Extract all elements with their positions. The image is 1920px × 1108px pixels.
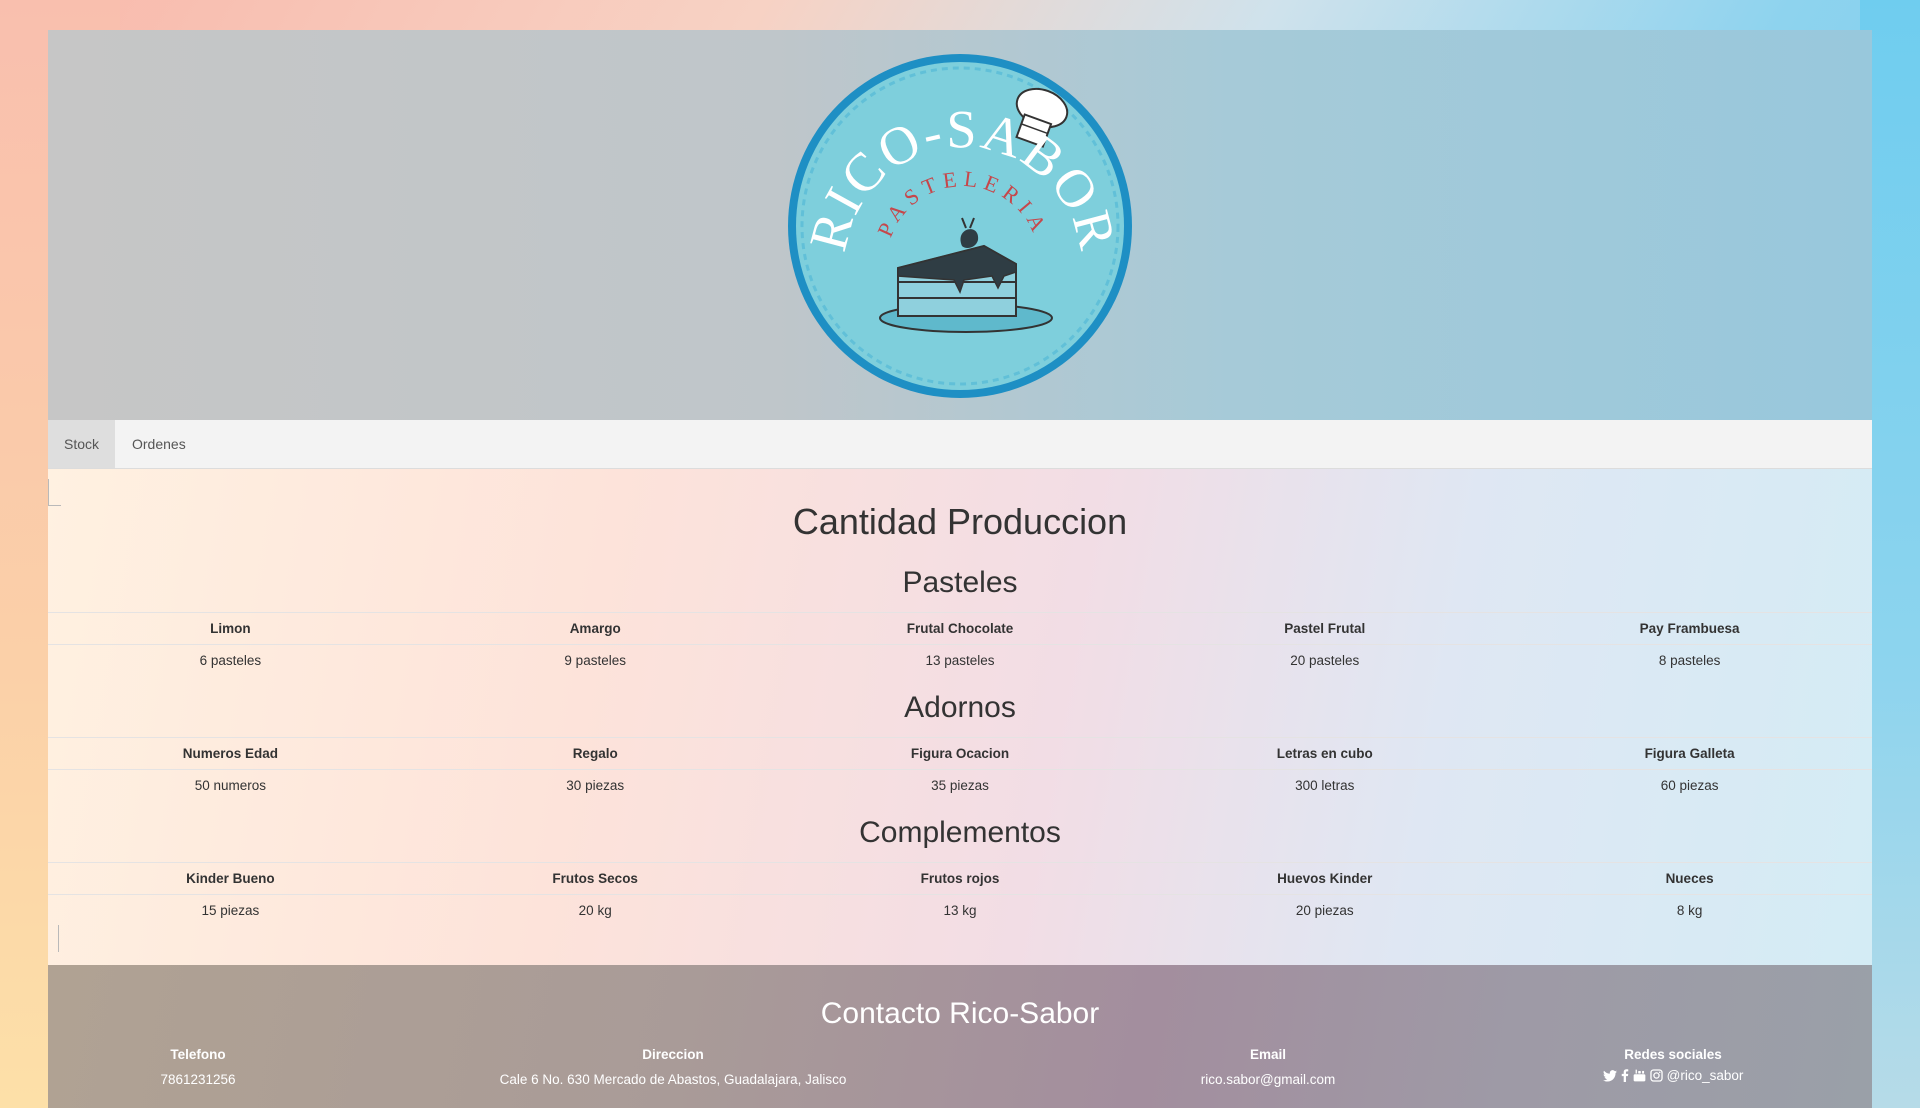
- section-title-complementos: Complementos: [859, 816, 1061, 849]
- table-cell: 20 kg: [578, 903, 612, 918]
- logo-graphic: RICO-SABOR PASTELERIA: [788, 54, 1132, 398]
- address-label: Direccion: [642, 1047, 704, 1062]
- footer-email: Email rico.sabor@gmail.com: [1128, 1045, 1408, 1090]
- email-value[interactable]: rico.sabor@gmail.com: [1128, 1070, 1408, 1090]
- footer-phone: Telefono 7861231256: [88, 1045, 308, 1090]
- social-handle[interactable]: @rico_sabor: [1667, 1068, 1744, 1083]
- table-cell: 13 pasteles: [925, 653, 995, 668]
- table-cell: 8 kg: [1676, 903, 1703, 918]
- column-header: Figura Ocacion: [910, 746, 1010, 761]
- column-header: Frutal Chocolate: [906, 621, 1014, 636]
- social-label: Redes sociales: [1624, 1047, 1722, 1062]
- table-row: 15 piezas 20 kg 13 kg 20 piezas 8 kg: [48, 894, 1872, 926]
- table-cell: 300 letras: [1295, 778, 1355, 793]
- table-row: 6 pasteles 9 pasteles 13 pasteles 20 pas…: [48, 644, 1872, 676]
- column-header: Numeros Edad: [182, 746, 279, 761]
- table-cell: 13 kg: [943, 903, 977, 918]
- table-cell: 20 piezas: [1295, 903, 1354, 918]
- column-header: Nueces: [1665, 871, 1714, 886]
- footer: Contacto Rico-Sabor Telefono 7861231256 …: [48, 965, 1872, 1108]
- instagram-icon[interactable]: [1649, 1069, 1663, 1082]
- table-header-row: Kinder Bueno Frutos Secos Frutos rojos H…: [48, 862, 1872, 894]
- table-pasteles: Limon Amargo Frutal Chocolate Pastel Fru…: [48, 612, 1872, 676]
- column-header: Frutos Secos: [552, 871, 638, 886]
- twitter-icon[interactable]: [1602, 1069, 1617, 1082]
- stock-content: Cantidad Produccion Pasteles Limon Amarg…: [48, 469, 1872, 965]
- youtube-icon[interactable]: [1633, 1069, 1646, 1082]
- nav-tab-ordenes[interactable]: Ordenes: [116, 420, 202, 468]
- page: RICO-SABOR PASTELERIA Stock Ordenes Cant…: [48, 30, 1872, 1108]
- table-cell: 9 pasteles: [564, 653, 626, 668]
- page-title: Cantidad Produccion: [792, 501, 1128, 542]
- rico-sabor-logo: RICO-SABOR PASTELERIA: [784, 50, 1136, 402]
- table-complementos: Kinder Bueno Frutos Secos Frutos rojos H…: [48, 862, 1872, 926]
- address-value: Cale 6 No. 630 Mercado de Abastos, Guada…: [499, 1072, 847, 1087]
- phone-value: 7861231256: [160, 1072, 236, 1087]
- table-cell: 30 piezas: [566, 778, 625, 793]
- column-header: Regalo: [572, 746, 618, 761]
- column-header: Pastel Frutal: [1284, 621, 1366, 636]
- table-cell: 15 piezas: [201, 903, 260, 918]
- table-cell: 6 pasteles: [199, 653, 262, 668]
- column-header: Letras en cubo: [1276, 746, 1373, 761]
- table-cell: 20 pasteles: [1290, 653, 1360, 668]
- section-title-pasteles: Pasteles: [902, 566, 1018, 599]
- phone-label: Telefono: [170, 1047, 226, 1062]
- table-header-row: Limon Amargo Frutal Chocolate Pastel Fru…: [48, 612, 1872, 644]
- table-cell: 8 pasteles: [1658, 653, 1721, 668]
- table-header-row: Numeros Edad Regalo Figura Ocacion Letra…: [48, 737, 1872, 769]
- column-header: Limon: [210, 621, 251, 636]
- column-header: Huevos Kinder: [1277, 871, 1373, 886]
- column-header: Amargo: [569, 621, 621, 636]
- column-header: Kinder Bueno: [186, 871, 275, 886]
- column-header: Frutos rojos: [920, 871, 1000, 886]
- table-adornos: Numeros Edad Regalo Figura Ocacion Letra…: [48, 737, 1872, 801]
- table-row: 50 numeros 30 piezas 35 piezas 300 letra…: [48, 769, 1872, 801]
- divider: [58, 925, 59, 952]
- facebook-icon[interactable]: [1621, 1069, 1629, 1082]
- footer-address: Direccion Cale 6 No. 630 Mercado de Abas…: [448, 1045, 898, 1090]
- social-links: @rico_sabor: [1548, 1068, 1798, 1083]
- header-banner: RICO-SABOR PASTELERIA: [48, 30, 1872, 420]
- footer-title: Contacto Rico-Sabor: [820, 997, 1100, 1030]
- column-header: Figura Galleta: [1644, 746, 1735, 761]
- nav-tab-stock[interactable]: Stock: [48, 420, 116, 468]
- footer-social: Redes sociales @rico_sabor: [1548, 1045, 1798, 1083]
- table-cell: 35 piezas: [931, 778, 989, 793]
- table-cell: 50 numeros: [194, 778, 267, 793]
- column-header: Pay Frambuesa: [1639, 621, 1740, 636]
- table-cell: 60 piezas: [1660, 778, 1719, 793]
- section-title-adornos: Adornos: [904, 691, 1016, 724]
- email-label: Email: [1249, 1047, 1287, 1062]
- navbar: Stock Ordenes: [48, 420, 1872, 469]
